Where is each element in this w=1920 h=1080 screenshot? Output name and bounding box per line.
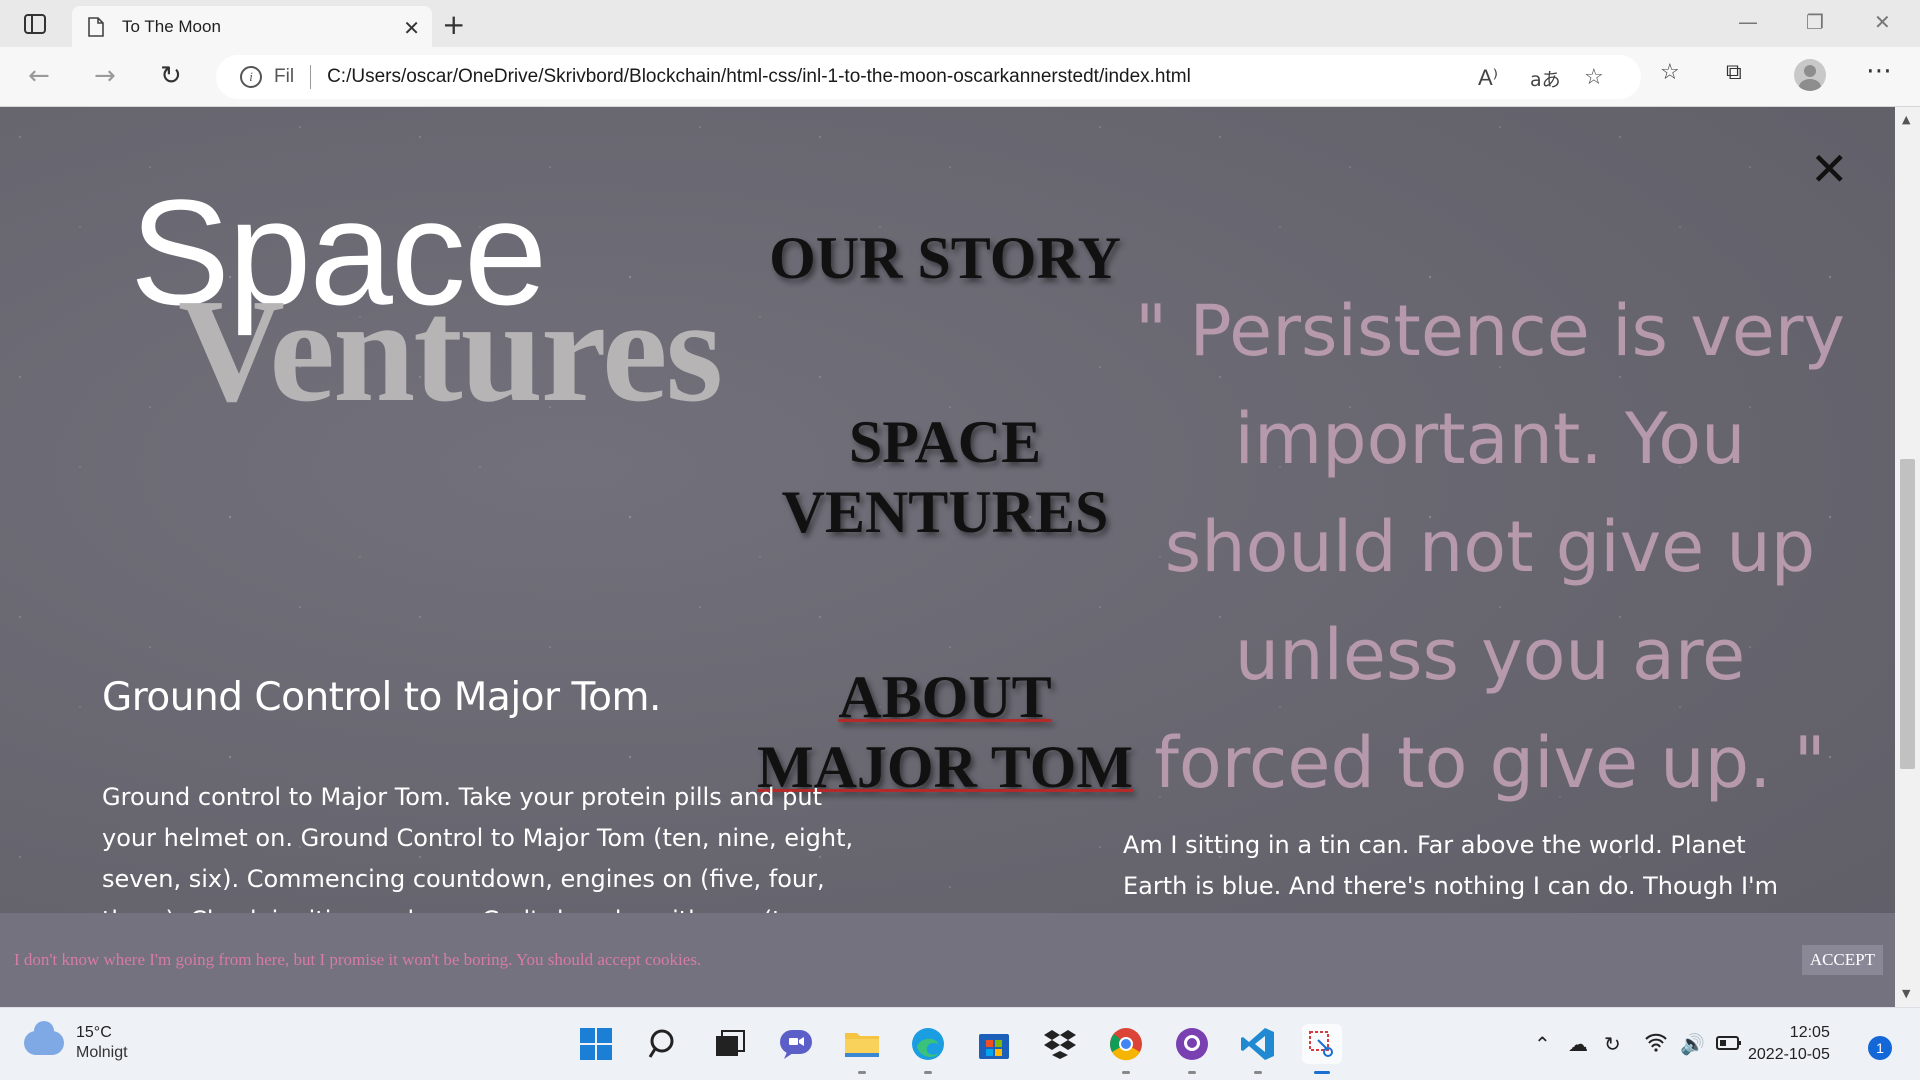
clock[interactable]: 12:05 2022-10-05 [1748, 1022, 1830, 1066]
start-icon[interactable] [576, 1024, 616, 1064]
github-desktop-icon[interactable] [1172, 1024, 1212, 1074]
quote-text: " Persistence is very important. You sho… [1135, 290, 1845, 804]
volume-icon[interactable]: 🔊 [1680, 1032, 1705, 1056]
task-view-icon[interactable] [710, 1024, 750, 1064]
browser-tab-bar: To The Moon ✕ + — ❐ ✕ [0, 0, 1920, 47]
wifi-icon[interactable] [1644, 1032, 1668, 1057]
search-icon[interactable] [644, 1024, 684, 1064]
collections-icon[interactable]: ⧉ [1726, 60, 1742, 85]
snipping-tool-icon[interactable] [1302, 1024, 1342, 1074]
page-scrollbar[interactable]: ▲ ▼ [1895, 107, 1920, 1007]
file-explorer-icon[interactable] [842, 1024, 882, 1074]
settings-more-icon[interactable]: ⋯ [1866, 56, 1892, 86]
add-favorite-icon[interactable]: ☆ [1584, 65, 1604, 90]
reload-icon[interactable]: ↻ [160, 61, 182, 91]
cookie-accept-button[interactable]: ACCEPT [1801, 945, 1883, 975]
scroll-up-icon[interactable]: ▲ [1902, 113, 1910, 126]
sync-icon[interactable]: ↻ [1604, 1032, 1621, 1056]
weather-widget[interactable]: 15°C Molnigt [24, 1021, 128, 1062]
show-hidden-icons-icon[interactable]: ⌃ [1534, 1032, 1551, 1056]
menu-link-space-ventures[interactable]: SPACE VENTURES [740, 407, 1150, 547]
cloud-icon [24, 1021, 64, 1055]
url-text[interactable]: C:/Users/oscar/OneDrive/Skrivbord/Blockc… [327, 66, 1191, 88]
store-icon[interactable] [974, 1024, 1014, 1064]
active-tab[interactable]: To The Moon ✕ [72, 6, 432, 47]
minimize-icon[interactable]: — [1738, 10, 1758, 34]
url-field[interactable]: i Fil C:/Users/oscar/OneDrive/Skrivbord/… [216, 55, 1641, 99]
site-info-icon[interactable]: i [240, 66, 262, 88]
section-heading: Ground Control to Major Tom. [102, 675, 661, 720]
weather-temperature: 15°C [76, 1024, 112, 1041]
tab-close-icon[interactable]: ✕ [403, 16, 420, 40]
dropbox-icon[interactable] [1040, 1024, 1080, 1064]
new-tab-button[interactable]: + [442, 8, 465, 41]
menu-link-our-story[interactable]: OUR STORY [740, 223, 1150, 293]
page-viewport: Space Ventures ✕ OUR STORY SPACE VENTURE… [0, 107, 1895, 1007]
tab-title: To The Moon [122, 16, 221, 36]
address-bar-row: ← → ↻ i Fil C:/Users/oscar/OneDrive/Skri… [0, 47, 1920, 107]
weather-description: Molnigt [76, 1044, 128, 1061]
logo-ventures-text: Ventures [178, 269, 723, 433]
clock-date: 2022-10-05 [1748, 1046, 1830, 1063]
chat-icon[interactable] [776, 1024, 816, 1064]
onedrive-icon[interactable]: ☁ [1568, 1032, 1588, 1056]
cookie-message: I don't know where I'm going from here, … [14, 950, 702, 969]
chrome-icon[interactable] [1106, 1024, 1146, 1074]
translate-icon[interactable]: aあ [1530, 65, 1561, 92]
close-menu-icon[interactable]: ✕ [1810, 142, 1849, 196]
tab-actions-icon[interactable] [18, 10, 52, 38]
forward-icon[interactable]: → [94, 61, 116, 91]
read-aloud-icon[interactable]: A⁾ [1478, 65, 1498, 91]
restore-icon[interactable]: ❐ [1806, 10, 1824, 34]
taskbar: 15°C Molnigt ⌃ ☁ ↻ 🔊 12:05 2022-10-05 1 [0, 1007, 1920, 1080]
back-icon[interactable]: ← [28, 61, 50, 91]
window-close-icon[interactable]: ✕ [1874, 10, 1891, 34]
notification-badge[interactable]: 1 [1868, 1036, 1892, 1060]
profile-avatar[interactable] [1794, 59, 1826, 91]
favorites-icon[interactable]: ☆ [1660, 60, 1680, 85]
edge-icon[interactable] [908, 1024, 948, 1074]
scroll-down-icon[interactable]: ▼ [1902, 987, 1910, 1000]
battery-icon[interactable] [1716, 1032, 1742, 1056]
clock-time: 12:05 [1789, 1024, 1830, 1041]
vscode-icon[interactable] [1238, 1024, 1278, 1074]
url-scheme: Fil [274, 66, 295, 87]
url-separator [310, 65, 312, 89]
cookie-banner: I don't know where I'm going from here, … [0, 913, 1895, 1007]
page-icon [88, 16, 104, 37]
scrollbar-thumb[interactable] [1900, 459, 1915, 769]
